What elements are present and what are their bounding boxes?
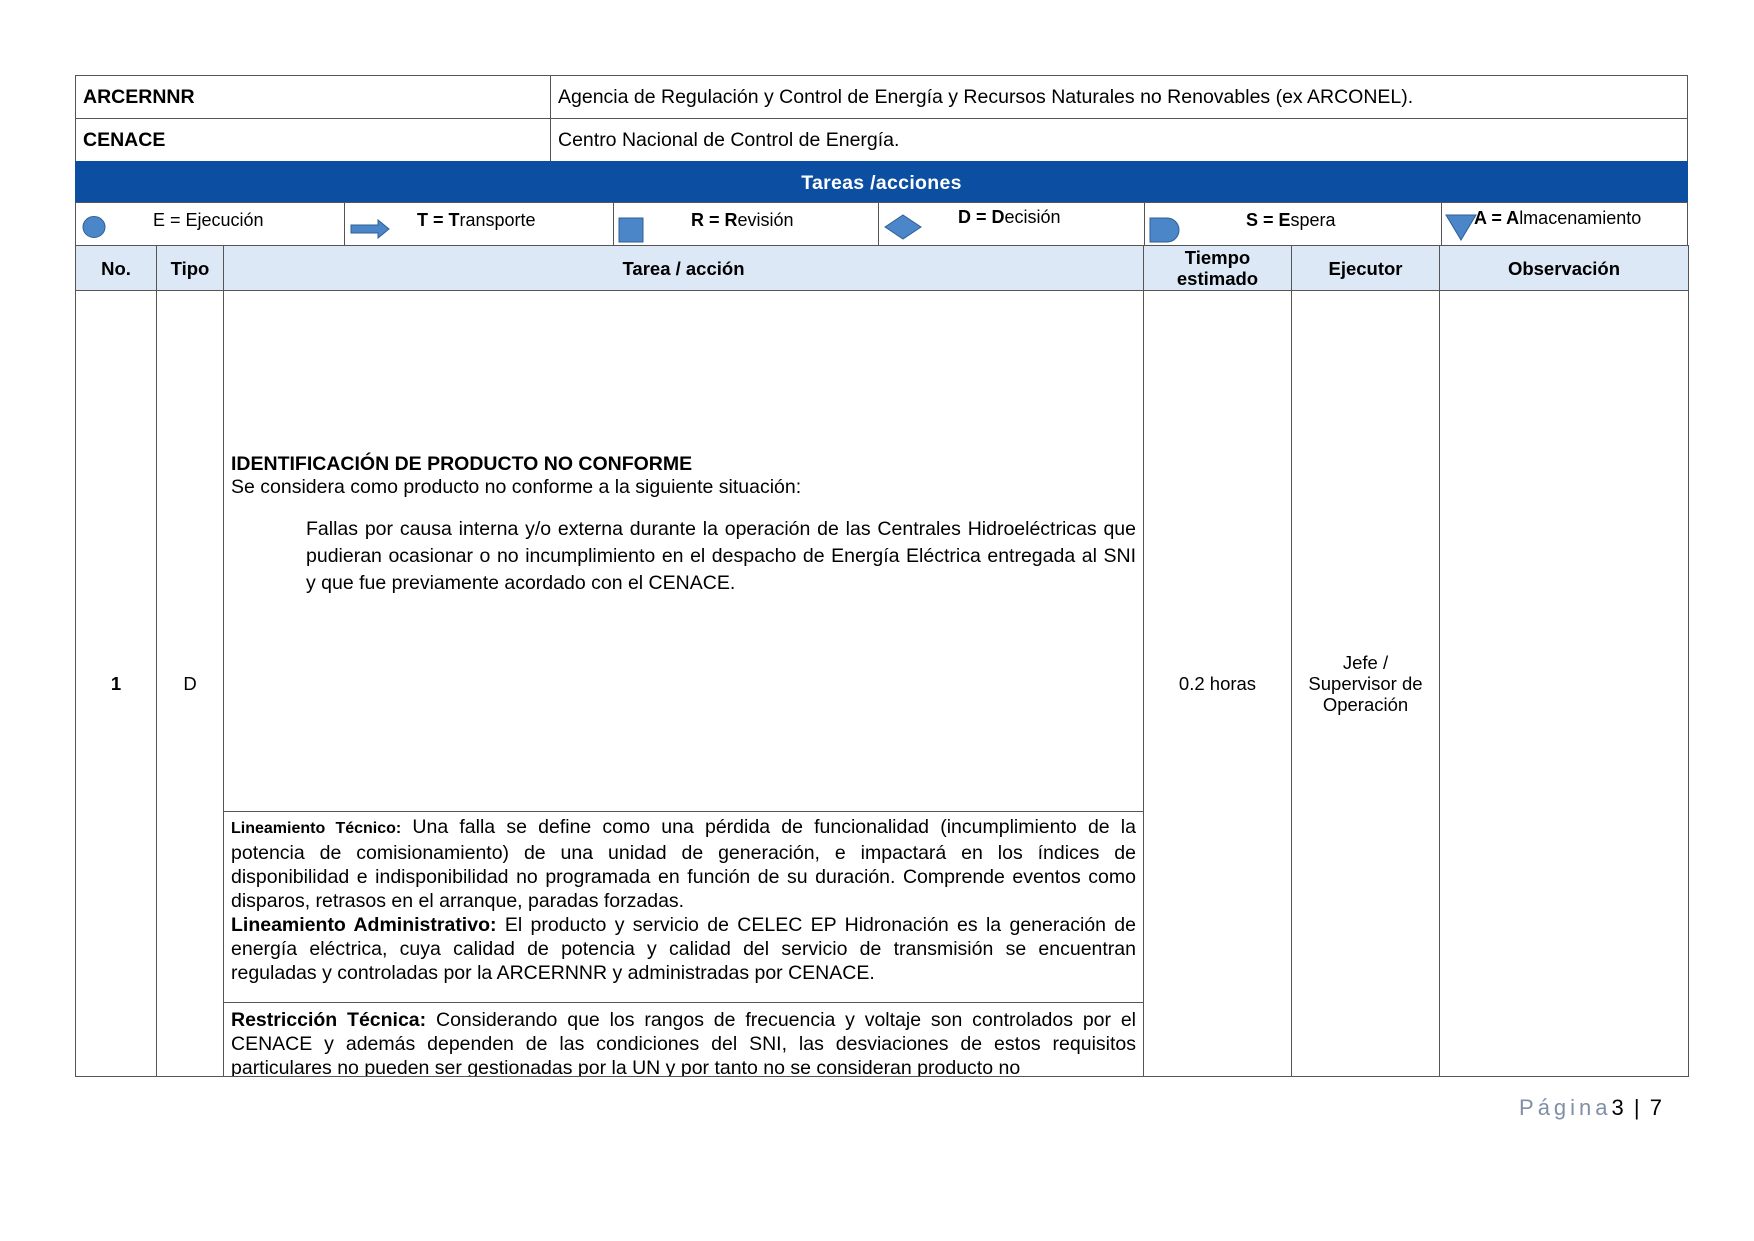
- header-ejecutor: Ejecutor: [1291, 245, 1440, 291]
- legend-label: E = Ejecución: [153, 210, 264, 230]
- legend-item-almacenamiento: A = Almacenamiento: [1441, 202, 1688, 246]
- row-tipo: D: [156, 290, 224, 1077]
- abbreviations-table: ARCERNNR Agencia de Regulación y Control…: [75, 75, 1688, 162]
- table-row: 1 D IDENTIFICACIÓN DE PRODUCTO NO CONFOR…: [75, 290, 1689, 1077]
- square-icon: [618, 217, 644, 243]
- triangle-down-icon: [1445, 214, 1477, 241]
- legend-item-ejecucion: E = Ejecución: [75, 202, 345, 246]
- header-tiempo: Tiempo estimado: [1143, 245, 1292, 291]
- row-task: IDENTIFICACIÓN DE PRODUCTO NO CONFORME S…: [223, 290, 1144, 1077]
- legend-item-decision: D = Decisión: [878, 202, 1145, 246]
- footer-label: Página: [1519, 1095, 1612, 1120]
- header-observacion: Observación: [1439, 245, 1689, 291]
- legend-table: E = Ejecución T = Transporte R = Revisió…: [75, 202, 1688, 246]
- table-header-row: No. Tipo Tarea / acción Tiempo estimado …: [75, 245, 1689, 291]
- lineamiento-admin-label: Lineamiento Administrativo:: [231, 914, 497, 936]
- header-tipo: Tipo: [156, 245, 224, 291]
- header-tarea: Tarea / acción: [223, 245, 1144, 291]
- footer-total-pages: 7: [1649, 1095, 1662, 1120]
- abbreviation-value: Agencia de Regulación y Control de Energ…: [550, 75, 1688, 119]
- abbreviation-key: CENACE: [75, 118, 551, 162]
- row-number: 1: [75, 290, 157, 1077]
- circle-icon: [82, 216, 106, 238]
- abbreviation-value: Centro Nacional de Control de Energía.: [550, 118, 1688, 162]
- header-no: No.: [75, 245, 157, 291]
- abbreviation-row: ARCERNNR Agencia de Regulación y Control…: [75, 75, 1688, 119]
- row-observacion: [1439, 290, 1689, 1077]
- task-restriction-section: Restricción Técnica: Considerando que lo…: [224, 1002, 1143, 1076]
- task-title: IDENTIFICACIÓN DE PRODUCTO NO CONFORME: [231, 453, 693, 475]
- legend-label: T = Transporte: [417, 210, 536, 230]
- legend-label: D = Decisión: [958, 207, 1061, 227]
- legend-label: R = Revisión: [691, 210, 794, 230]
- legend-label: S = Espera: [1246, 210, 1336, 230]
- footer-page-number: 3: [1611, 1095, 1624, 1120]
- task-guidelines-section: Lineamiento Técnico: Una falla se define…: [224, 811, 1143, 1002]
- page-footer: Página3 | 7: [1519, 1095, 1662, 1121]
- lineamiento-tecnico-label: Lineamiento Técnico:: [231, 820, 402, 837]
- abbreviation-key: ARCERNNR: [75, 75, 551, 119]
- footer-separator: |: [1633, 1095, 1640, 1120]
- diamond-icon: [884, 214, 922, 240]
- row-ejecutor: Jefe / Supervisor de Operación: [1291, 290, 1440, 1077]
- legend-item-transporte: T = Transporte: [344, 202, 614, 246]
- arrow-right-icon: [350, 219, 390, 239]
- abbreviation-row: CENACE Centro Nacional de Control de Ene…: [75, 118, 1688, 162]
- legend-title-bar: Tareas /acciones: [75, 161, 1688, 203]
- tasks-table: No. Tipo Tarea / acción Tiempo estimado …: [75, 245, 1689, 1077]
- legend-item-revision: R = Revisión: [613, 202, 879, 246]
- legend-label: A = Almacenamiento: [1474, 208, 1642, 228]
- document-page: ARCERNNR Agencia de Regulación y Control…: [0, 0, 1754, 1241]
- row-tiempo: 0.2 horas: [1143, 290, 1292, 1077]
- restriccion-label: Restricción Técnica:: [231, 1009, 427, 1031]
- delay-icon: [1149, 217, 1180, 243]
- task-subtitle: Se considera como producto no conforme a…: [231, 476, 802, 498]
- task-indented-text: Fallas por causa interna y/o externa dur…: [306, 518, 1136, 594]
- legend-item-espera: S = Espera: [1144, 202, 1442, 246]
- task-main-section: IDENTIFICACIÓN DE PRODUCTO NO CONFORME S…: [224, 291, 1143, 811]
